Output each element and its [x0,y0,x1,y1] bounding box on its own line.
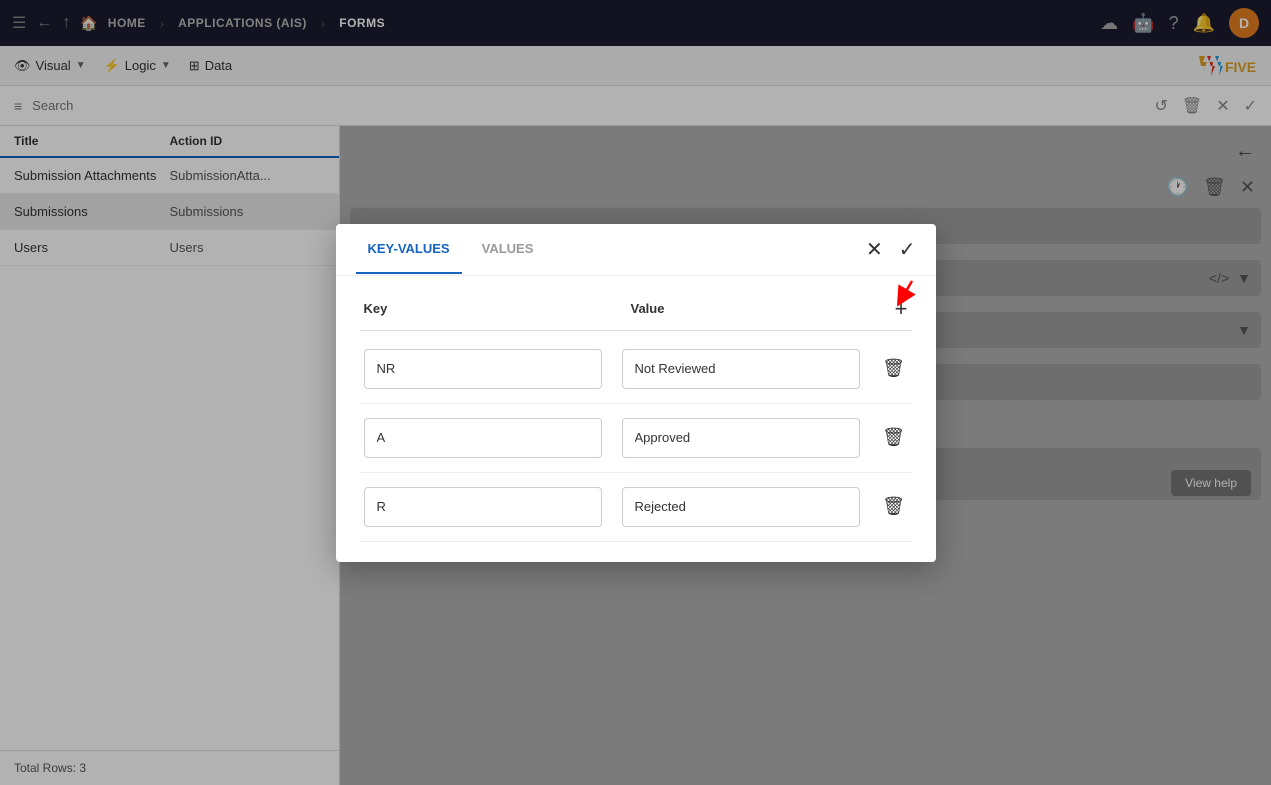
modal-close-button[interactable]: ✕ [866,237,883,262]
tab-values[interactable]: VALUES [470,225,546,274]
kv-row-1: 🗑 [360,335,912,404]
kv-key-input-1[interactable] [364,349,602,389]
red-arrow-indicator [882,276,922,316]
kv-row-3: 🗑 [360,473,912,542]
kv-key-input-3[interactable] [364,487,602,527]
kv-delete-button-3[interactable]: 🗑 [880,496,908,517]
modal-overlay: KEY-VALUES VALUES ✕ ✓ Key Value [0,0,1271,785]
kv-value-input-3[interactable] [622,487,860,527]
kv-column-headers: Key Value + [360,296,912,331]
kv-row-2: 🗑 [360,404,912,473]
add-kv-button[interactable]: + [878,296,908,322]
key-values-modal: KEY-VALUES VALUES ✕ ✓ Key Value [336,224,936,562]
kv-key-input-2[interactable] [364,418,602,458]
modal-header: KEY-VALUES VALUES ✕ ✓ [336,224,936,276]
kv-value-input-1[interactable] [622,349,860,389]
tab-key-values[interactable]: KEY-VALUES [356,225,462,274]
modal-body: Key Value + [336,276,936,562]
kv-value-header: Value [631,301,878,316]
kv-value-input-2[interactable] [622,418,860,458]
kv-key-header: Key [364,301,611,316]
modal-confirm-button[interactable]: ✓ [899,237,916,262]
modal-header-actions: ✕ ✓ [866,237,916,262]
kv-delete-button-2[interactable]: 🗑 [880,427,908,448]
kv-delete-button-1[interactable]: 🗑 [880,358,908,379]
